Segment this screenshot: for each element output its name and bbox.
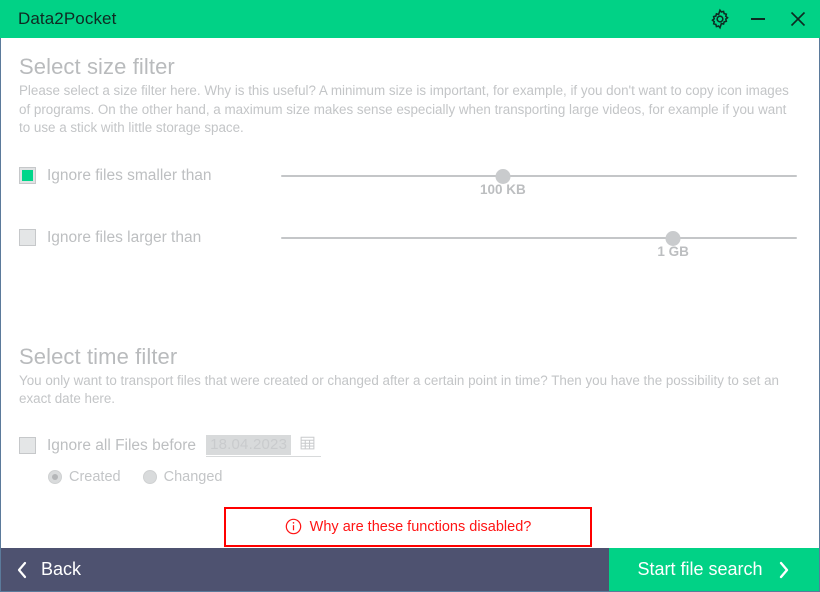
min-size-slider-wrap: 100 KB [281,162,797,197]
ignore-larger-checkbox-row[interactable]: Ignore files larger than [19,224,281,247]
radio-item-changed[interactable]: Changed [142,468,223,485]
calendar-button[interactable] [300,435,315,455]
size-filter-title: Select size filter [19,54,175,79]
minimize-icon [751,18,765,20]
radio-created-label: Created [69,468,121,485]
info-circle-icon [285,518,302,535]
slider-rail [281,236,797,239]
radio-dot [52,473,58,480]
max-size-slider-value: 1 GB [657,243,689,259]
max-size-slider[interactable] [281,229,797,247]
settings-button[interactable] [700,0,740,38]
ignore-before-label: Ignore all Files before [47,436,197,454]
time-filter-section: Select time filter You only want to tran… [19,344,797,485]
time-filter-description: You only want to transport files that we… [19,372,779,407]
ignore-smaller-label: Ignore files smaller than [47,166,212,184]
window-controls [700,0,820,38]
min-size-slider-value: 100 KB [479,181,526,197]
chevron-left-icon [15,560,29,580]
ignore-smaller-checkbox-row[interactable]: Ignore files smaller than [19,162,281,185]
size-filter-section: Select size filter Please select a size … [19,54,797,286]
date-field[interactable]: 18.04.2023 [206,434,322,457]
calendar-icon [300,435,315,455]
time-filter-title: Select time filter [19,343,178,369]
gear-icon [709,8,731,30]
close-icon [790,11,806,27]
why-disabled-label: Why are these functions disabled? [309,518,532,535]
size-filter-description: Please select a size filter here. Why is… [19,83,789,135]
app-window: Data2Pocket Select size filter Please se… [0,0,820,592]
radio-changed-label: Changed [163,468,223,485]
start-file-search-label: Start file search [637,559,763,579]
date-input[interactable]: 18.04.2023 [206,434,292,455]
radio-changed[interactable] [142,469,157,484]
checkbox-check-fill [22,170,33,181]
size-filter-row-max: Ignore files larger than 1 GB [19,224,797,286]
start-file-search-button[interactable]: Start file search [609,548,819,591]
disabled-notice-wrap: Why are these functions disabled? [19,506,797,547]
max-size-slider-wrap: 1 GB [281,224,797,259]
size-filter-rows: Ignore files smaller than 100 KB Ignore … [19,162,797,286]
close-button[interactable] [776,0,820,38]
back-label: Back [41,559,82,579]
minimize-button[interactable] [740,0,776,38]
ignore-larger-checkbox[interactable] [19,229,36,246]
back-button[interactable]: Back [1,548,81,591]
min-size-slider[interactable] [281,167,797,185]
why-disabled-button[interactable]: Why are these functions disabled? [224,506,592,547]
footer-spacer [81,548,609,591]
ignore-larger-label: Ignore files larger than [47,228,202,246]
app-title: Data2Pocket [18,9,117,28]
content-area: Select size filter Please select a size … [0,38,820,548]
ignore-smaller-checkbox[interactable] [19,167,36,184]
ignore-before-date-row: Ignore all Files before 18.04.2023 [19,434,797,457]
chevron-right-icon [777,560,791,580]
title-bar: Data2Pocket [0,0,820,38]
slider-rail [281,174,797,177]
footer-bar: Back Start file search [0,548,820,592]
radio-created[interactable] [48,469,62,484]
time-mode-radio-group: Created Changed [48,469,797,485]
size-filter-row-min: Ignore files smaller than 100 KB [19,162,797,224]
radio-item-created[interactable]: Created [48,469,121,485]
ignore-before-checkbox[interactable] [19,437,36,454]
